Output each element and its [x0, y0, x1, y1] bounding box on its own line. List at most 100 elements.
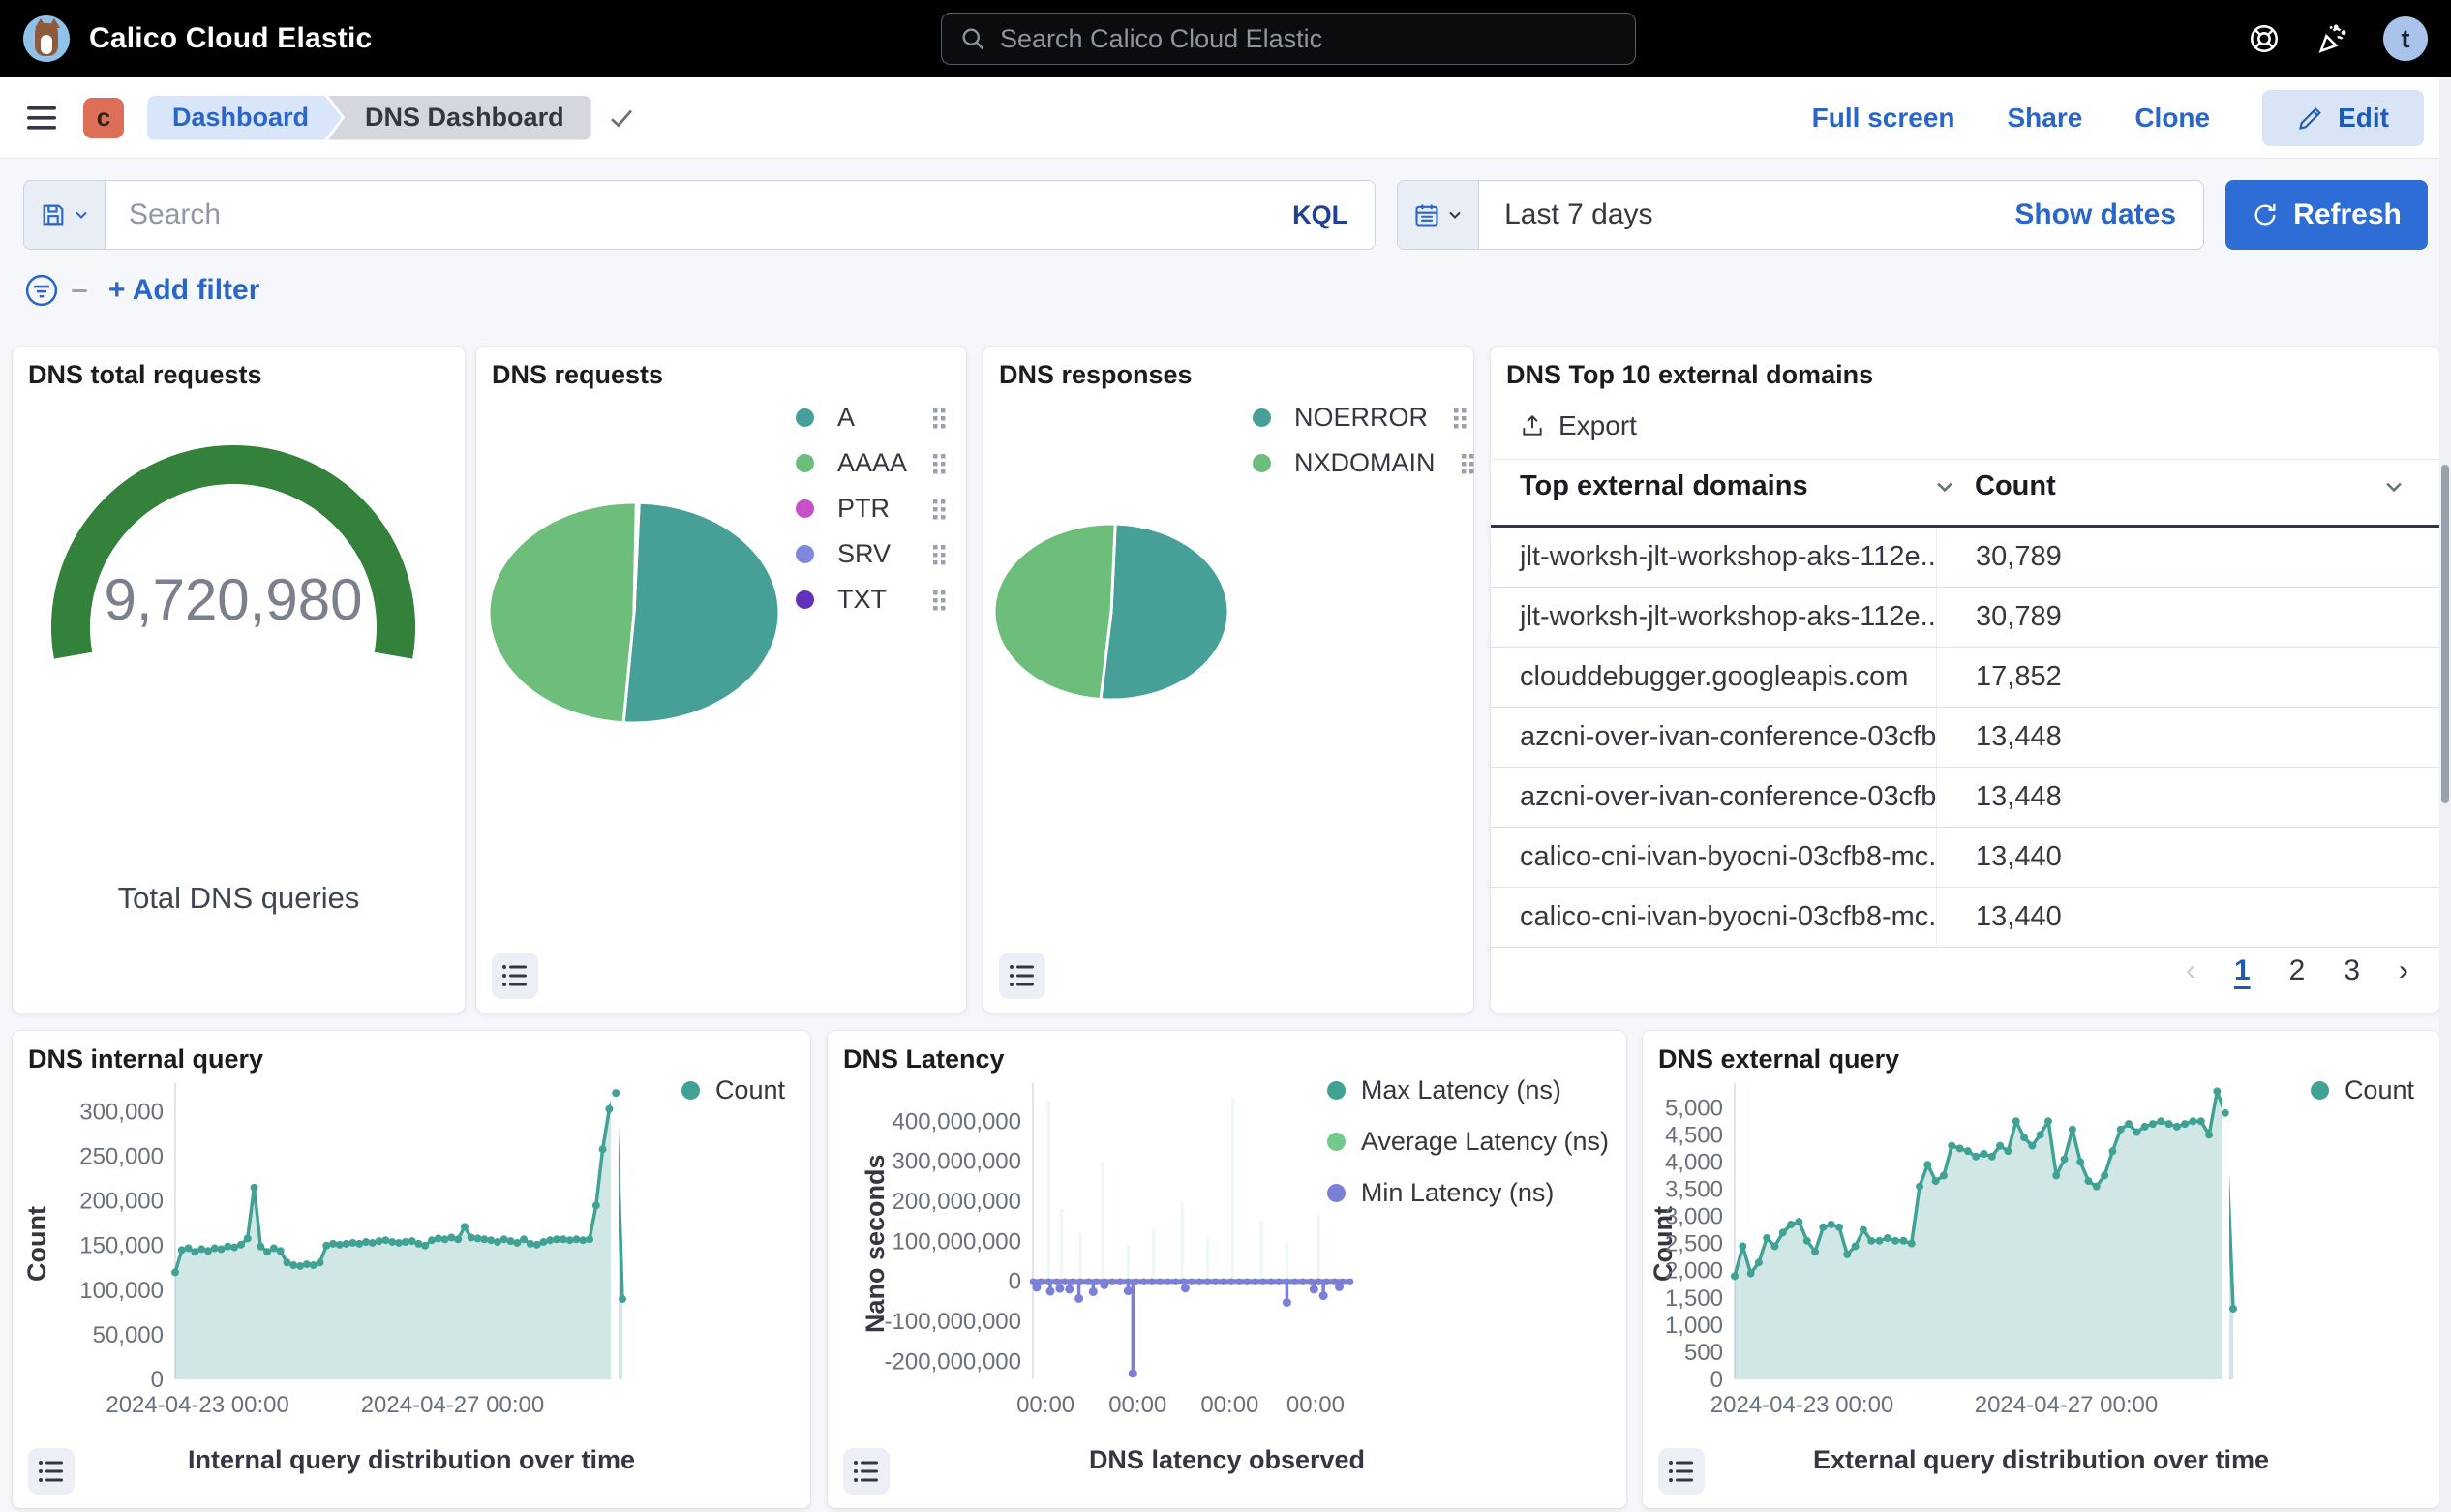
edit-button-label: Edit — [2338, 103, 2389, 134]
table-row[interactable]: jlt-worksh-jlt-workshop-aks-112e...30,78… — [1491, 588, 2439, 648]
table-row[interactable]: azcni-over-ivan-conference-03cfb...13,44… — [1491, 708, 2439, 768]
legend-actions-icon[interactable] — [932, 453, 947, 474]
svg-text:0: 0 — [1009, 1269, 1021, 1295]
legend: NOERROR NXDOMAIN — [1253, 403, 1454, 478]
legend-item[interactable]: AAAA — [796, 448, 947, 478]
kql-search-input[interactable] — [106, 198, 1292, 231]
add-filter-button[interactable]: + Add filter — [108, 274, 259, 307]
export-button[interactable]: Export — [1520, 410, 1637, 441]
legend-dot-icon — [796, 454, 814, 472]
x-axis-title: DNS latency observed — [886, 1445, 1568, 1475]
share-link[interactable]: Share — [2008, 103, 2083, 134]
kql-syntax-button[interactable]: KQL — [1292, 200, 1375, 230]
table-row[interactable]: calico-cni-ivan-byocni-03cfb8-mc...13,44… — [1491, 828, 2439, 888]
panel-dns-internal-query: DNS internal query Count Count 050,00010… — [13, 1031, 810, 1508]
calico-logo — [23, 15, 70, 62]
clone-link[interactable]: Clone — [2134, 103, 2210, 134]
breadcrumb: Dashboard DNS Dashboard — [147, 96, 636, 140]
news-party-popper-icon[interactable] — [2315, 22, 2348, 55]
legend-label: NXDOMAIN — [1294, 448, 1436, 478]
svg-text:500: 500 — [1684, 1340, 1723, 1366]
panel-list-button[interactable] — [999, 953, 1045, 999]
refresh-button[interactable]: Refresh — [2225, 180, 2428, 250]
divider — [1491, 459, 2439, 460]
logo-cat-belly — [41, 35, 52, 54]
legend-actions-icon[interactable] — [932, 544, 947, 565]
svg-text:250,000: 250,000 — [79, 1144, 164, 1170]
legend-item[interactable]: PTR — [796, 494, 947, 524]
pie-slice[interactable] — [994, 524, 1115, 700]
count-cell: 13,448 — [1936, 768, 2439, 827]
column-header-count[interactable]: Count — [1975, 470, 2405, 502]
count-cell: 17,852 — [1936, 648, 2439, 707]
legend-actions-icon[interactable] — [1453, 408, 1468, 429]
legend-label: AAAA — [837, 448, 907, 478]
global-search-input[interactable] — [1000, 24, 1618, 54]
legend-label: PTR — [837, 494, 907, 524]
pagination-page-1[interactable]: 1 — [2234, 954, 2251, 987]
page-scrollbar[interactable] — [2439, 77, 2451, 1512]
table-row[interactable]: azcni-over-ivan-conference-03cfb...13,44… — [1491, 768, 2439, 828]
show-dates-button[interactable]: Show dates — [2014, 198, 2203, 231]
count-cell: 30,789 — [1936, 528, 2439, 587]
time-range-value[interactable]: Last 7 days — [1479, 198, 2014, 231]
svg-text:0: 0 — [151, 1367, 164, 1393]
pagination-next[interactable]: › — [2399, 954, 2408, 987]
legend-actions-icon[interactable] — [1461, 453, 1475, 474]
table-body: jlt-worksh-jlt-workshop-aks-112e...30,78… — [1491, 528, 2439, 948]
table-row[interactable]: calico-cni-ivan-byocni-03cfb8-mc...13,44… — [1491, 888, 2439, 948]
filter-bar-divider — [72, 289, 87, 292]
legend-actions-icon[interactable] — [932, 408, 947, 429]
column-header-domains[interactable]: Top external domains — [1520, 470, 1955, 502]
svg-text:3,500: 3,500 — [1665, 1176, 1723, 1202]
list-icon — [38, 1459, 65, 1484]
panel-list-button[interactable] — [28, 1448, 75, 1495]
full-screen-link[interactable]: Full screen — [1812, 103, 1955, 134]
svg-text:9,720,980: 9,720,980 — [105, 567, 363, 632]
list-icon — [1668, 1459, 1695, 1484]
svg-text:2024-04-23 00:00: 2024-04-23 00:00 — [106, 1392, 289, 1418]
saved-query-menu[interactable] — [24, 181, 106, 249]
pagination-prev[interactable]: ‹ — [2186, 954, 2195, 987]
pagination-page-3[interactable]: 3 — [2344, 954, 2360, 987]
legend-item[interactable]: NXDOMAIN — [1253, 448, 1454, 478]
count-cell: 30,789 — [1936, 588, 2439, 647]
table-row[interactable]: clouddebugger.googleapis.com17,852 — [1491, 648, 2439, 708]
list-icon — [853, 1459, 880, 1484]
legend-actions-icon[interactable] — [932, 590, 947, 611]
filter-menu-icon[interactable] — [23, 272, 60, 309]
page-scrollbar-thumb[interactable] — [2441, 465, 2449, 803]
table-row[interactable]: jlt-worksh-jlt-workshop-aks-112e...30,78… — [1491, 528, 2439, 588]
edit-button[interactable]: Edit — [2262, 90, 2424, 146]
pie-slice[interactable] — [623, 502, 779, 723]
dashboard-grid: DNS total requests 9,720,980 Total DNS q… — [0, 347, 2451, 1512]
space-avatar[interactable]: c — [83, 98, 124, 138]
panel-list-button[interactable] — [492, 953, 538, 999]
quick-date-menu[interactable] — [1398, 181, 1479, 249]
panel-title: DNS Top 10 external domains — [1506, 360, 1873, 390]
x-axis-title: Internal query distribution over time — [71, 1445, 752, 1475]
legend-actions-icon[interactable] — [932, 499, 947, 520]
global-search[interactable] — [941, 13, 1636, 65]
legend-item[interactable]: NOERROR — [1253, 403, 1454, 433]
panel-list-button[interactable] — [1658, 1448, 1705, 1495]
panel-list-button[interactable] — [843, 1448, 890, 1495]
svg-text:4,000: 4,000 — [1665, 1149, 1723, 1175]
breadcrumb-dashboard[interactable]: Dashboard — [147, 96, 342, 140]
pie-slice[interactable] — [1101, 524, 1228, 700]
user-avatar[interactable]: t — [2383, 16, 2428, 61]
domain-cell: jlt-worksh-jlt-workshop-aks-112e... — [1491, 541, 1936, 573]
table-header: Top external domains Count — [1491, 470, 2439, 525]
svg-text:5,000: 5,000 — [1665, 1095, 1723, 1121]
list-icon — [1009, 963, 1036, 988]
help-icon[interactable] — [2248, 22, 2281, 55]
svg-text:-200,000,000: -200,000,000 — [885, 1348, 1021, 1375]
pie-slice[interactable] — [489, 502, 636, 723]
legend-item[interactable]: A — [796, 403, 947, 433]
svg-text:100,000,000: 100,000,000 — [893, 1228, 1021, 1255]
legend-item[interactable]: TXT — [796, 585, 947, 615]
menu-hamburger-icon[interactable] — [27, 105, 60, 132]
svg-text:4,500: 4,500 — [1665, 1122, 1723, 1148]
pagination-page-2[interactable]: 2 — [2289, 954, 2306, 987]
legend-item[interactable]: SRV — [796, 539, 947, 569]
